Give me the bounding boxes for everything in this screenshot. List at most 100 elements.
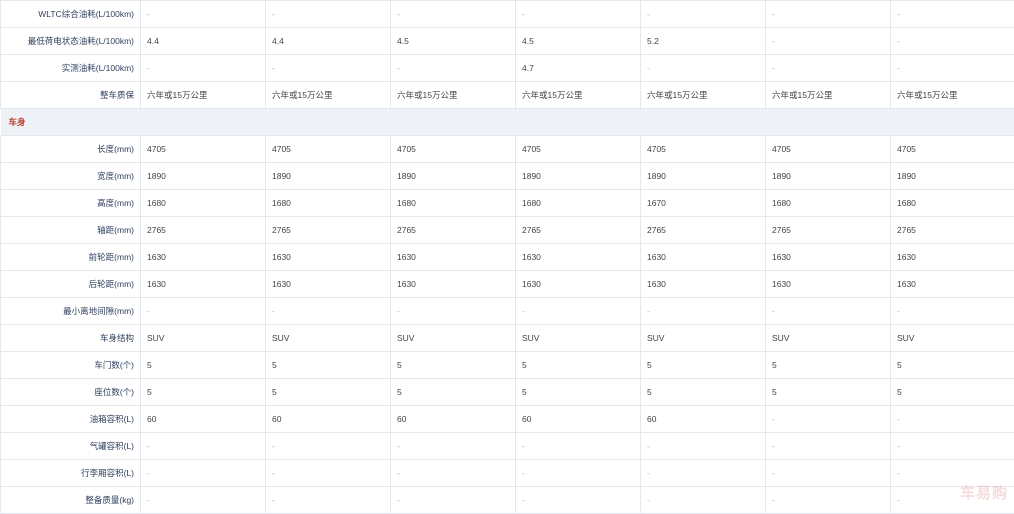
- table-cell: 5: [641, 352, 766, 379]
- table-cell: 4705: [766, 136, 891, 163]
- row-label: 宽度(mm): [1, 163, 141, 190]
- table-cell: -: [891, 28, 1014, 55]
- table-cell: SUV: [641, 325, 766, 352]
- table-cell: 4.5: [391, 28, 516, 55]
- table-cell: 1630: [391, 271, 516, 298]
- table-cell: -: [766, 1, 891, 28]
- table-cell: 5: [266, 379, 391, 406]
- table-cell: 5: [141, 379, 266, 406]
- table-cell: 1890: [141, 163, 266, 190]
- table-cell: 4.4: [141, 28, 266, 55]
- table-cell: 60: [516, 406, 641, 433]
- table-cell: 1630: [766, 244, 891, 271]
- table-cell: 1670: [641, 190, 766, 217]
- table-cell: -: [141, 55, 266, 82]
- table-cell: 1680: [766, 190, 891, 217]
- table-cell: 六年或15万公里: [141, 82, 266, 109]
- table-cell: 5: [391, 379, 516, 406]
- table-cell: 六年或15万公里: [266, 82, 391, 109]
- table-cell: 60: [266, 406, 391, 433]
- table-cell: -: [141, 1, 266, 28]
- table-cell: 1890: [516, 163, 641, 190]
- table-cell: -: [766, 406, 891, 433]
- table-row: 整车质保六年或15万公里六年或15万公里六年或15万公里六年或15万公里六年或1…: [1, 82, 1014, 109]
- table-cell: 1890: [891, 163, 1014, 190]
- table-cell: 2765: [516, 217, 641, 244]
- table-cell: 1630: [266, 244, 391, 271]
- table-cell: 1630: [141, 271, 266, 298]
- table-cell: 1630: [516, 271, 641, 298]
- table-cell: -: [266, 487, 391, 514]
- table-cell: -: [766, 460, 891, 487]
- table-row: 整备质量(kg)-------: [1, 487, 1014, 514]
- row-label: 实测油耗(L/100km): [1, 55, 141, 82]
- table-cell: 1630: [891, 244, 1014, 271]
- table-cell: -: [391, 298, 516, 325]
- table-cell: -: [891, 55, 1014, 82]
- table-row: 最低荷电状态油耗(L/100km)4.44.44.54.55.2--: [1, 28, 1014, 55]
- row-label: 行李厢容积(L): [1, 460, 141, 487]
- table-cell: -: [391, 433, 516, 460]
- table-cell: 5: [891, 379, 1014, 406]
- table-row: 前轮距(mm)1630163016301630163016301630: [1, 244, 1014, 271]
- table-cell: 5: [641, 379, 766, 406]
- table-cell: SUV: [766, 325, 891, 352]
- table-cell: -: [891, 1, 1014, 28]
- table-cell: -: [516, 487, 641, 514]
- row-label: 前轮距(mm): [1, 244, 141, 271]
- table-cell: 1630: [641, 244, 766, 271]
- table-cell: -: [266, 460, 391, 487]
- row-label: 气罐容积(L): [1, 433, 141, 460]
- table-cell: -: [266, 298, 391, 325]
- table-cell: -: [141, 433, 266, 460]
- table-cell: 5: [391, 352, 516, 379]
- table-cell: 5: [516, 379, 641, 406]
- table-row: 轴距(mm)2765276527652765276527652765: [1, 217, 1014, 244]
- table-cell: -: [641, 460, 766, 487]
- table-cell: 1630: [391, 244, 516, 271]
- table-cell: 5.2: [641, 28, 766, 55]
- table-cell: -: [641, 298, 766, 325]
- table-cell: 1890: [391, 163, 516, 190]
- table-cell: -: [766, 487, 891, 514]
- table-cell: 5: [141, 352, 266, 379]
- row-label: 后轮距(mm): [1, 271, 141, 298]
- spec-table-body: WLTC综合油耗(L/100km)-------最低荷电状态油耗(L/100km…: [1, 1, 1014, 514]
- row-label: 座位数(个): [1, 379, 141, 406]
- row-label: 高度(mm): [1, 190, 141, 217]
- table-cell: 4.7: [516, 55, 641, 82]
- table-cell: 1890: [766, 163, 891, 190]
- table-cell: 60: [391, 406, 516, 433]
- table-cell: -: [641, 1, 766, 28]
- table-cell: 60: [641, 406, 766, 433]
- row-label: 整车质保: [1, 82, 141, 109]
- table-cell: 六年或15万公里: [891, 82, 1014, 109]
- table-cell: 2765: [266, 217, 391, 244]
- row-label: 轴距(mm): [1, 217, 141, 244]
- table-cell: -: [891, 298, 1014, 325]
- table-row: 车门数(个)5555555: [1, 352, 1014, 379]
- table-cell: 1630: [266, 271, 391, 298]
- table-cell: -: [641, 433, 766, 460]
- table-cell: -: [516, 1, 641, 28]
- table-cell: 2765: [391, 217, 516, 244]
- table-cell: 六年或15万公里: [766, 82, 891, 109]
- table-cell: SUV: [391, 325, 516, 352]
- table-cell: -: [516, 460, 641, 487]
- table-cell: 1680: [891, 190, 1014, 217]
- table-row: 座位数(个)5555555: [1, 379, 1014, 406]
- row-label: 长度(mm): [1, 136, 141, 163]
- table-cell: 2765: [641, 217, 766, 244]
- row-label: WLTC综合油耗(L/100km): [1, 1, 141, 28]
- row-label: 车门数(个): [1, 352, 141, 379]
- section-title: 车身: [1, 109, 1014, 136]
- table-cell: -: [516, 298, 641, 325]
- table-cell: 4705: [641, 136, 766, 163]
- table-cell: -: [516, 433, 641, 460]
- table-cell: 2765: [891, 217, 1014, 244]
- table-cell: SUV: [266, 325, 391, 352]
- table-cell: -: [266, 433, 391, 460]
- table-cell: -: [391, 55, 516, 82]
- table-row: 气罐容积(L)-------: [1, 433, 1014, 460]
- table-row: 最小离地间隙(mm)-------: [1, 298, 1014, 325]
